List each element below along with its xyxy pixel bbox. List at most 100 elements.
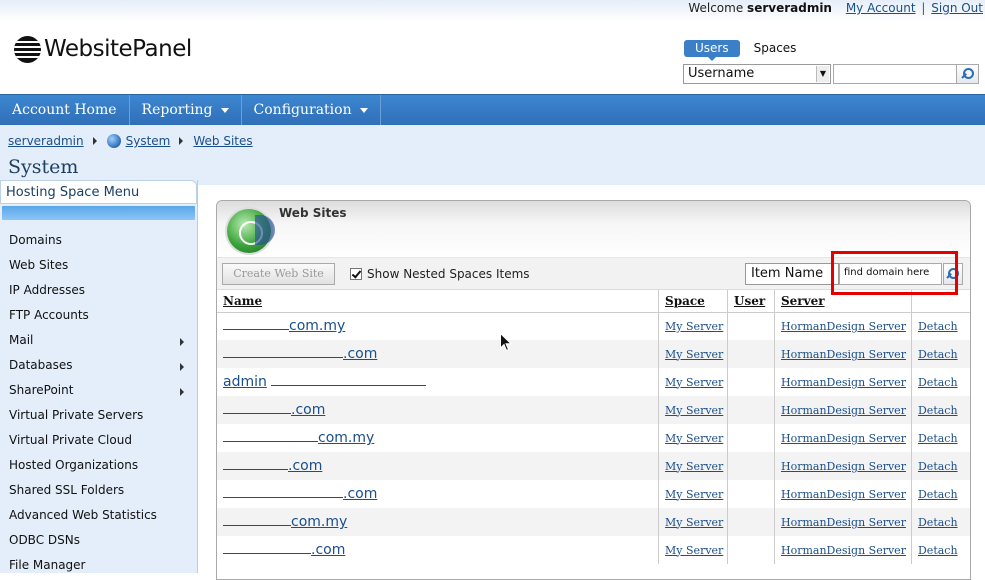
site-action-cell: Detach xyxy=(911,480,970,508)
site-user-cell xyxy=(727,340,775,368)
sidebar-item-ftp-accounts[interactable]: FTP Accounts xyxy=(0,303,197,328)
site-user-cell xyxy=(727,536,775,564)
detach-link[interactable]: Detach xyxy=(918,460,958,473)
site-server-link[interactable]: HormanDesign Server xyxy=(781,516,906,529)
site-space-link[interactable]: My Server xyxy=(665,376,723,389)
logo[interactable]: WebsitePanel xyxy=(14,34,192,64)
site-name-link[interactable]: .com xyxy=(223,458,322,474)
detach-link[interactable]: Detach xyxy=(918,376,958,389)
sidebar-item-odbc-dsns[interactable]: ODBC DSNs xyxy=(0,528,197,553)
find-domain-input[interactable]: find domain here xyxy=(839,263,942,285)
sidebar-item-label: Mail xyxy=(9,333,34,347)
create-web-site-button[interactable]: Create Web Site xyxy=(222,263,335,285)
detach-link[interactable]: Detach xyxy=(918,404,958,417)
site-server-link[interactable]: HormanDesign Server xyxy=(781,488,906,501)
site-space-link[interactable]: My Server xyxy=(665,488,723,501)
welcome-separator: | xyxy=(921,1,926,15)
nav-account-home[interactable]: Account Home xyxy=(0,95,130,125)
site-name-link[interactable]: .com xyxy=(223,346,377,362)
breadcrumb-serveradmin[interactable]: serveradmin xyxy=(8,134,84,148)
site-space-link[interactable]: My Server xyxy=(665,404,723,417)
site-name-cell: .com xyxy=(217,340,660,368)
site-space-cell: My Server xyxy=(658,508,729,536)
site-space-link[interactable]: My Server xyxy=(665,432,723,445)
menu-header-bar xyxy=(2,206,195,220)
detach-link[interactable]: Detach xyxy=(918,488,958,501)
search-button[interactable] xyxy=(957,64,979,84)
site-name-link[interactable]: com.my xyxy=(223,514,347,530)
site-server-link[interactable]: HormanDesign Server xyxy=(781,376,906,389)
column-header-space[interactable]: Space xyxy=(658,290,729,313)
show-nested-toggle[interactable]: Show Nested Spaces Items xyxy=(350,267,530,281)
site-name-link[interactable]: com.my xyxy=(223,430,374,446)
sidebar-item-label: Shared SSL Folders xyxy=(9,483,125,497)
site-server-link[interactable]: HormanDesign Server xyxy=(781,544,906,557)
sidebar-item-file-manager[interactable]: File Manager xyxy=(0,553,197,578)
site-name-text: .com xyxy=(343,346,378,362)
globe-icon xyxy=(106,134,121,148)
site-name-link[interactable]: .com xyxy=(223,402,325,418)
sidebar-item-mail[interactable]: Mail xyxy=(0,328,197,353)
sidebar-item-virtual-private-cloud[interactable]: Virtual Private Cloud xyxy=(0,428,197,453)
site-server-cell: HormanDesign Server xyxy=(774,368,912,396)
site-server-link[interactable]: HormanDesign Server xyxy=(781,460,906,473)
site-server-link[interactable]: HormanDesign Server xyxy=(781,432,906,445)
sidebar-item-virtual-private-servers[interactable]: Virtual Private Servers xyxy=(0,403,197,428)
site-server-link[interactable]: HormanDesign Server xyxy=(781,348,906,361)
site-space-link[interactable]: My Server xyxy=(665,348,723,361)
my-account-link[interactable]: My Account xyxy=(846,1,916,15)
tab-spaces[interactable]: Spaces xyxy=(743,40,808,57)
site-name-link[interactable]: admin xyxy=(223,374,426,390)
search-input[interactable] xyxy=(833,64,957,84)
chevron-right-icon xyxy=(180,388,184,396)
tab-users[interactable]: Users xyxy=(684,40,740,61)
site-name-link[interactable]: com.my xyxy=(223,318,345,334)
breadcrumb-system[interactable]: System xyxy=(126,134,171,148)
site-space-link[interactable]: My Server xyxy=(665,516,723,529)
site-space-link[interactable]: My Server xyxy=(665,544,723,557)
site-space-link[interactable]: My Server xyxy=(665,460,723,473)
site-server-cell: HormanDesign Server xyxy=(774,424,912,452)
breadcrumb-web-sites[interactable]: Web Sites xyxy=(193,134,252,148)
column-header-label: User xyxy=(734,293,766,308)
detach-link[interactable]: Detach xyxy=(918,516,958,529)
nav-configuration[interactable]: Configuration xyxy=(242,95,381,125)
show-nested-checkbox[interactable] xyxy=(350,268,362,280)
sidebar-item-sharepoint[interactable]: SharePoint xyxy=(0,378,197,403)
site-name-text: .com xyxy=(311,542,346,558)
sidebar-item-domains[interactable]: Domains xyxy=(0,228,197,253)
site-space-cell: My Server xyxy=(658,452,729,480)
sidebar-item-label: ODBC DSNs xyxy=(9,533,80,547)
find-button[interactable] xyxy=(943,263,963,285)
column-header-name[interactable]: Name xyxy=(217,290,660,313)
chevron-right-icon xyxy=(180,363,184,371)
site-server-link[interactable]: HormanDesign Server xyxy=(781,404,906,417)
table-row: .com My Server HormanDesign Server Detac… xyxy=(217,340,970,368)
detach-link[interactable]: Detach xyxy=(918,320,958,333)
column-header-server[interactable]: Server xyxy=(774,290,912,313)
site-name-cell: .com xyxy=(217,396,660,424)
filter-field-select[interactable]: Item Name xyxy=(745,263,839,285)
sign-out-link[interactable]: Sign Out xyxy=(931,1,983,15)
table-row: com.my My Server HormanDesign Server Det… xyxy=(217,312,970,340)
filter-field-value: Item Name xyxy=(751,266,824,281)
sidebar-item-web-sites[interactable]: Web Sites xyxy=(0,253,197,278)
sidebar-item-ip-addresses[interactable]: IP Addresses xyxy=(0,278,197,303)
site-name-link[interactable]: .com xyxy=(223,486,377,502)
site-name-link[interactable]: .com xyxy=(223,542,345,558)
sidebar-item-shared-ssl-folders[interactable]: Shared SSL Folders xyxy=(0,478,197,503)
sidebar-item-hosted-organizations[interactable]: Hosted Organizations xyxy=(0,453,197,478)
nav-account-home-label: Account Home xyxy=(12,102,117,118)
site-space-link[interactable]: My Server xyxy=(665,320,723,333)
column-header-user[interactable]: User xyxy=(727,290,775,313)
site-action-cell: Detach xyxy=(911,368,970,396)
detach-link[interactable]: Detach xyxy=(918,432,958,445)
detach-link[interactable]: Detach xyxy=(918,544,958,557)
site-server-link[interactable]: HormanDesign Server xyxy=(781,320,906,333)
sidebar-item-advanced-web-statistics[interactable]: Advanced Web Statistics xyxy=(0,503,197,528)
sidebar-item-databases[interactable]: Databases xyxy=(0,353,197,378)
nav-reporting[interactable]: Reporting xyxy=(130,95,242,125)
detach-link[interactable]: Detach xyxy=(918,348,958,361)
search-field-select[interactable]: Username ▼ xyxy=(683,64,831,84)
column-header-label: Server xyxy=(781,293,825,308)
